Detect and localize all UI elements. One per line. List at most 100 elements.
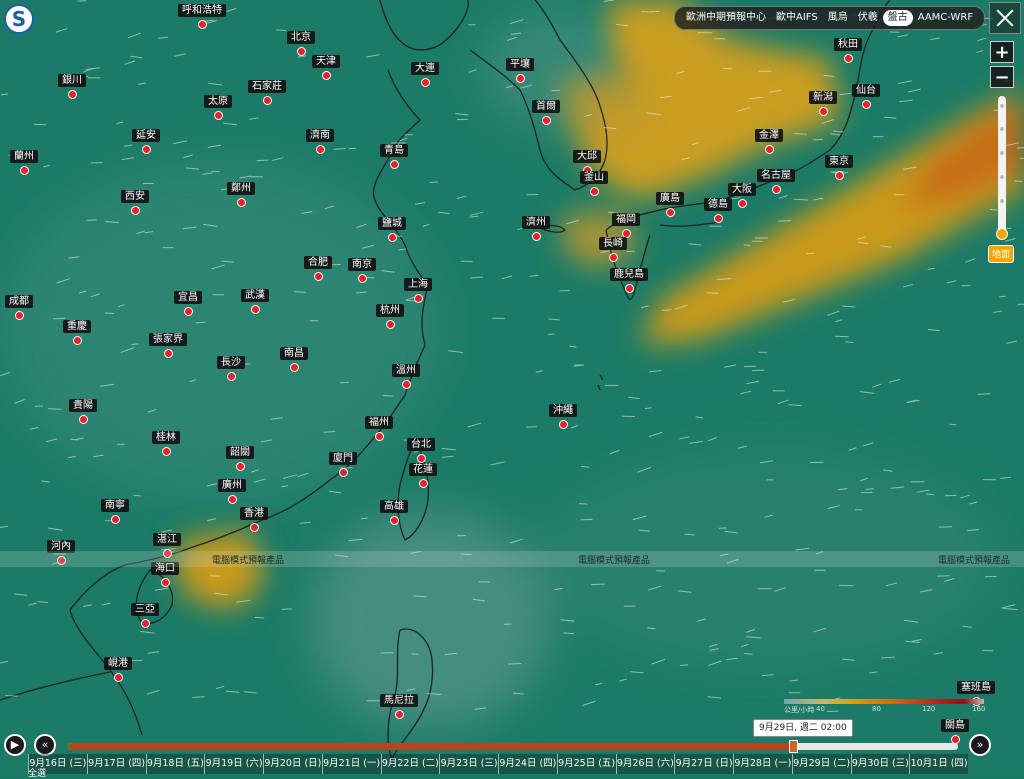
date-cell[interactable]: 9月22日 (二) (381, 754, 440, 774)
city-marker[interactable]: 韶關 (226, 446, 254, 471)
city-marker[interactable]: 太原 (204, 95, 232, 120)
city-marker[interactable]: 青島 (380, 144, 408, 169)
city-marker[interactable]: 東京 (825, 155, 853, 180)
altitude-level-slider[interactable] (998, 96, 1006, 236)
level-knob[interactable] (996, 228, 1008, 240)
date-cell[interactable]: 9月23日 (三) (439, 754, 498, 774)
zoom-in-button[interactable]: + (990, 41, 1014, 63)
city-marker[interactable]: 宜昌 (174, 291, 202, 316)
city-marker[interactable]: 南寧 (101, 499, 129, 524)
city-marker[interactable]: 成都 (5, 295, 33, 320)
model-option[interactable]: 風烏 (823, 10, 853, 26)
city-marker[interactable]: 呼和浩特 (178, 4, 226, 29)
rewind-button[interactable]: « (34, 734, 56, 756)
city-marker[interactable]: 仙台 (852, 84, 880, 109)
timeline-handle[interactable] (789, 740, 798, 753)
city-marker[interactable]: 武漢 (241, 289, 269, 314)
city-marker[interactable]: 南京 (348, 258, 376, 283)
model-option[interactable]: AAMC-WRF (913, 10, 978, 26)
city-marker[interactable]: 福州 (365, 416, 393, 441)
city-marker[interactable]: 福岡 (612, 213, 640, 238)
city-marker[interactable]: 西安 (121, 190, 149, 215)
zoom-out-button[interactable]: − (990, 66, 1014, 88)
city-marker[interactable]: 秋田 (834, 38, 862, 63)
city-marker[interactable]: 三亞 (131, 603, 159, 628)
model-selector: 歐洲中期預報中心歐中AIFS風烏伏羲盤古AAMC-WRF (674, 6, 985, 30)
close-icon[interactable] (989, 2, 1021, 34)
city-marker[interactable]: 大阪 (728, 183, 756, 208)
city-marker[interactable]: 鹽城 (378, 217, 406, 242)
city-marker[interactable]: 貴陽 (69, 399, 97, 424)
level-tick[interactable] (1000, 127, 1004, 131)
city-marker[interactable]: 溫州 (392, 364, 420, 389)
date-cell[interactable]: 9月20日 (日) (263, 754, 322, 774)
play-button[interactable]: ▶ (4, 734, 26, 756)
level-tick[interactable] (1000, 175, 1004, 179)
city-marker[interactable]: 合肥 (304, 256, 332, 281)
wind-streak (846, 342, 853, 343)
city-marker[interactable]: 高雄 (380, 500, 408, 525)
city-marker[interactable]: 金澤 (755, 129, 783, 154)
city-marker[interactable]: 長崎 (599, 237, 627, 262)
city-marker[interactable]: 沖繩 (549, 404, 577, 429)
model-option[interactable]: 盤古 (883, 10, 913, 26)
wind-map[interactable] (0, 0, 1024, 775)
city-marker[interactable]: 天津 (312, 55, 340, 80)
level-tick[interactable] (1000, 199, 1004, 203)
city-marker[interactable]: 蘭州 (10, 150, 38, 175)
level-tick[interactable] (1000, 104, 1004, 108)
date-cell[interactable]: 9月29日 (二) (792, 754, 851, 774)
city-marker[interactable]: 杭州 (376, 304, 404, 329)
city-dot (73, 336, 82, 345)
city-marker[interactable]: 峴港 (104, 657, 132, 682)
city-marker[interactable]: 廣島 (656, 192, 684, 217)
timeline: ▶ « » 9月16日 (三)9月17日 (四)9月18日 (五)9月19日 (… (0, 731, 1024, 775)
city-marker[interactable]: 鄭州 (227, 182, 255, 207)
date-cell[interactable]: 10月1日 (四) (909, 754, 968, 774)
city-marker[interactable]: 大連 (411, 62, 439, 87)
date-cell[interactable]: 9月21日 (一) (322, 754, 381, 774)
city-marker[interactable]: 銀川 (58, 74, 86, 99)
ground-level-button[interactable]: 地面 (988, 245, 1014, 263)
model-option[interactable]: 歐洲中期預報中心 (681, 10, 771, 26)
date-cell[interactable]: 9月27日 (日) (674, 754, 733, 774)
city-marker[interactable]: 台北 (407, 438, 435, 463)
city-marker[interactable]: 重慶 (63, 320, 91, 345)
city-marker[interactable]: 釜山 (580, 171, 608, 196)
city-marker[interactable]: 濟州 (522, 216, 550, 241)
city-marker[interactable]: 上海 (404, 278, 432, 303)
city-marker[interactable]: 名古屋 (757, 169, 795, 194)
model-option[interactable]: 歐中AIFS (771, 10, 823, 26)
city-marker[interactable]: 新潟 (809, 91, 837, 116)
city-marker[interactable]: 張家界 (149, 333, 187, 358)
date-cell[interactable]: 9月25日 (五) (557, 754, 616, 774)
model-option[interactable]: 伏羲 (853, 10, 883, 26)
city-marker[interactable]: 廣州 (218, 479, 246, 504)
city-marker[interactable]: 濟南 (306, 129, 334, 154)
city-marker[interactable]: 石家莊 (248, 80, 286, 105)
city-dot (390, 516, 399, 525)
timeline-track[interactable] (68, 743, 958, 750)
forward-button[interactable]: » (969, 734, 991, 756)
city-marker[interactable]: 桂林 (152, 431, 180, 456)
city-marker[interactable]: 鹿兒島 (610, 268, 648, 293)
logo[interactable]: S (4, 4, 34, 34)
city-marker[interactable]: 南昌 (280, 347, 308, 372)
date-cell[interactable]: 9月30日 (三) (851, 754, 910, 774)
date-cell[interactable]: 9月28日 (一) (733, 754, 792, 774)
city-marker[interactable]: 平壤 (506, 58, 534, 83)
city-marker[interactable]: 香港 (240, 507, 268, 532)
date-cell[interactable]: 9月24日 (四) (498, 754, 557, 774)
city-marker[interactable]: 廈門 (329, 452, 357, 477)
city-marker[interactable]: 首爾 (532, 100, 560, 125)
date-cell[interactable]: 9月26日 (六) (616, 754, 675, 774)
city-marker[interactable]: 延安 (132, 129, 160, 154)
date-cell[interactable]: 9月19日 (六) (204, 754, 263, 774)
city-marker[interactable]: 花蓮 (409, 463, 437, 488)
city-marker[interactable]: 長沙 (217, 356, 245, 381)
level-tick[interactable] (1000, 151, 1004, 155)
city-marker[interactable]: 北京 (287, 31, 315, 56)
city-marker[interactable]: 馬尼拉 (380, 694, 418, 719)
date-cell[interactable]: 9月18日 (五) (146, 754, 205, 774)
date-cell[interactable]: 9月17日 (四) (87, 754, 146, 774)
